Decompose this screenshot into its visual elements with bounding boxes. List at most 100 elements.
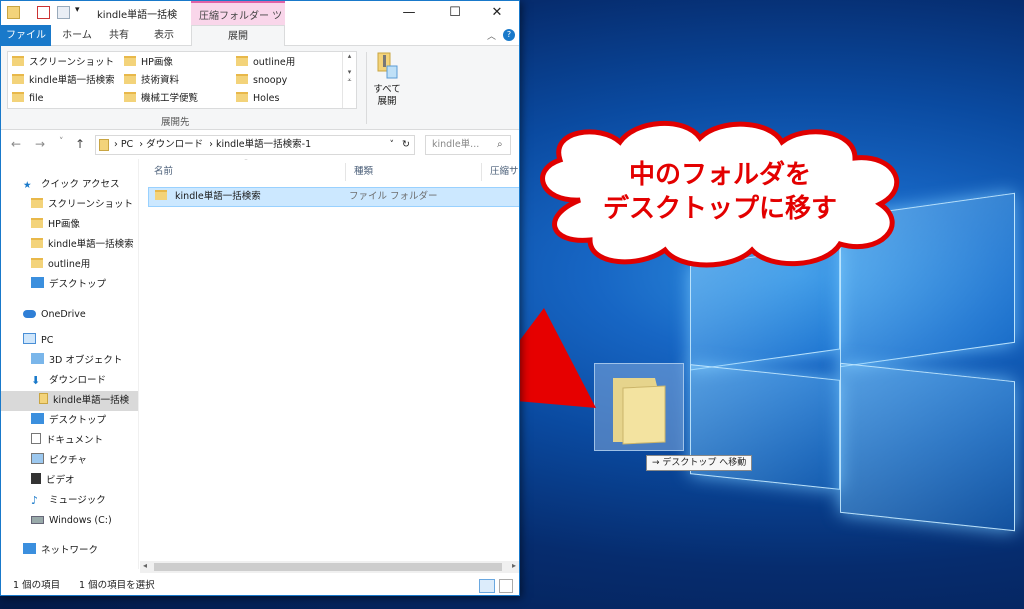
dest-item[interactable]: HP画像 (124, 54, 173, 71)
cloud-icon (23, 310, 36, 318)
breadcrumb-current[interactable]: kindle単語一括検索-1 (216, 139, 311, 150)
tab-view[interactable]: 表示 (141, 25, 187, 46)
nav-pc-item[interactable]: ♪ ミュージック (1, 491, 138, 511)
qa-dropdown-icon[interactable]: ▾ (75, 5, 80, 21)
desktop-icon (31, 413, 44, 424)
download-icon: ⬇ (31, 374, 41, 387)
dest-item[interactable]: Holes (236, 90, 279, 107)
dest-item[interactable]: outline用 (236, 54, 295, 71)
collapse-ribbon-icon[interactable]: ︿ (487, 29, 496, 42)
dest-item[interactable]: file (12, 90, 43, 107)
file-type: ファイル フォルダー (349, 191, 438, 202)
status-bar: 1 個の項目 1 個の項目を選択 (1, 575, 519, 595)
details-view-icon[interactable] (479, 579, 495, 593)
extract-destinations-gallery: スクリーンショット kindle単語一括検索 file HP画像 技術資料 機械… (7, 51, 357, 109)
folder-icon (31, 258, 43, 268)
table-row[interactable]: kindle単語一括検索 ファイル フォルダー (148, 187, 519, 207)
context-tab-compressed-folder-tools[interactable]: 圧縮フォルダー ツール (191, 1, 285, 37)
dest-item[interactable]: snoopy (236, 72, 287, 89)
folder-icon (155, 190, 167, 200)
tab-extract[interactable]: 展開 (191, 25, 285, 47)
dragged-folder-ghost[interactable] (594, 363, 684, 451)
document-icon (31, 433, 41, 444)
nav-pc-item[interactable]: 3D オブジェクト (1, 351, 138, 371)
ribbon-divider (366, 52, 367, 124)
tab-share[interactable]: 共有 (99, 25, 139, 46)
up-arrow-icon[interactable]: ↑ (75, 137, 85, 151)
folder-icon (236, 74, 248, 84)
title-bar[interactable]: ▾ kindle単語一括検 圧縮フォルダー ツール — ☐ ✕ (1, 1, 519, 37)
callout-line-1: 中のフォルダを (628, 160, 811, 190)
folder-icon (124, 74, 136, 84)
status-item-count: 1 個の項目 (13, 580, 61, 591)
recent-dropdown-icon[interactable]: ˅ (59, 137, 64, 147)
folder-icon (12, 56, 24, 66)
music-icon: ♪ (31, 494, 39, 507)
scroll-left-icon[interactable]: ◂ (143, 561, 147, 570)
nav-qa-item[interactable]: kindle単語一括検索 (1, 235, 138, 255)
breadcrumb-downloads[interactable]: ダウンロード (146, 139, 203, 150)
breadcrumb-pc[interactable]: PC (121, 139, 133, 150)
callout-text: 中のフォルダを デスクトップに移す (560, 158, 880, 226)
address-box[interactable]: › PC › ダウンロード › kindle単語一括検索-1 ˅ ↻ (95, 135, 415, 155)
computer-icon (23, 333, 36, 344)
help-icon[interactable]: ? (503, 29, 515, 41)
nav-pc-item[interactable]: ビデオ (1, 471, 138, 491)
zip-folder-icon (39, 393, 48, 404)
nav-network[interactable]: ネットワーク (1, 541, 138, 561)
group-label-destination: 展開先 (161, 117, 190, 128)
search-icon[interactable]: ⌕ (497, 139, 503, 150)
nav-pc-item[interactable]: ピクチャ (1, 451, 138, 471)
dest-item[interactable]: スクリーンショット (12, 54, 114, 71)
nav-pc-item[interactable]: Windows (C:) (1, 511, 138, 531)
close-button[interactable]: ✕ (475, 1, 519, 25)
folder-icon (12, 74, 24, 84)
scroll-thumb[interactable] (154, 563, 502, 571)
new-folder-icon[interactable] (57, 6, 70, 19)
large-icons-view-icon[interactable] (499, 579, 513, 593)
navigation-pane: ★クイック アクセス スクリーンショット📌 HP画像 kindle単語一括検索 … (1, 159, 139, 569)
dest-item[interactable]: 技術資料 (124, 72, 179, 89)
dest-item[interactable]: 機械工学便覧 (124, 90, 198, 107)
file-explorer-window: ▾ kindle単語一括検 圧縮フォルダー ツール — ☐ ✕ ファイル ホーム… (0, 0, 520, 596)
nav-qa-item[interactable]: outline用 (1, 255, 138, 275)
gallery-scroll[interactable]: ▴ ▾ ⩡ (342, 52, 356, 108)
nav-qa-item[interactable]: HP画像 (1, 215, 138, 235)
properties-icon[interactable] (37, 6, 50, 19)
nav-pc-item-selected[interactable]: kindle単語一括検 (1, 391, 138, 411)
tab-home[interactable]: ホーム (55, 25, 99, 46)
nav-pc-item[interactable]: ドキュメント (1, 431, 138, 451)
folder-icon (236, 92, 248, 102)
nav-pc-item[interactable]: ⬇ ダウンロード (1, 371, 138, 391)
extract-all-button[interactable]: すべて 展開 (370, 52, 404, 116)
nav-pc-item[interactable]: デスクトップ (1, 411, 138, 431)
forward-arrow-icon[interactable]: → (35, 137, 45, 151)
windows-logo-pane-bl (690, 364, 840, 490)
nav-quick-access[interactable]: ★ クイック アクセス (1, 175, 138, 195)
back-arrow-icon[interactable]: ← (11, 137, 21, 151)
folder-icon (12, 92, 24, 102)
folder-icon (124, 56, 136, 66)
nav-qa-item[interactable]: デスクトップ (1, 275, 138, 295)
drag-tooltip: → デスクトップ へ移動 (646, 455, 753, 471)
column-header-name[interactable]: 名前 (146, 163, 346, 181)
horizontal-scrollbar[interactable]: ◂ ▸ (140, 561, 519, 573)
nav-onedrive[interactable]: OneDrive (1, 305, 138, 325)
address-dropdown-icon[interactable]: ˅ (390, 136, 395, 154)
column-header-size[interactable]: 圧縮サ (482, 163, 519, 181)
scroll-right-icon[interactable]: ▸ (512, 561, 516, 570)
desktop-icon (31, 277, 44, 288)
nav-pc[interactable]: PC (1, 331, 138, 351)
video-icon (31, 473, 41, 484)
folder-icon (31, 218, 43, 228)
tab-file[interactable]: ファイル (1, 25, 51, 46)
folder-icon (31, 238, 43, 248)
dest-item[interactable]: kindle単語一括検索 (12, 72, 115, 89)
nav-qa-item[interactable]: スクリーンショット📌 (1, 195, 138, 215)
column-header-type[interactable]: 種類 (346, 163, 482, 181)
navigation-bar: ← → ˅ ↑ › PC › ダウンロード › kindle単語一括検索-1 ˅… (1, 131, 519, 159)
maximize-button[interactable]: ☐ (433, 1, 477, 25)
ribbon-tab-strip: ファイル ホーム 共有 表示 展開 ︿ ? (1, 25, 519, 47)
refresh-icon[interactable]: ↻ (402, 136, 410, 154)
minimize-button[interactable]: — (387, 1, 431, 25)
